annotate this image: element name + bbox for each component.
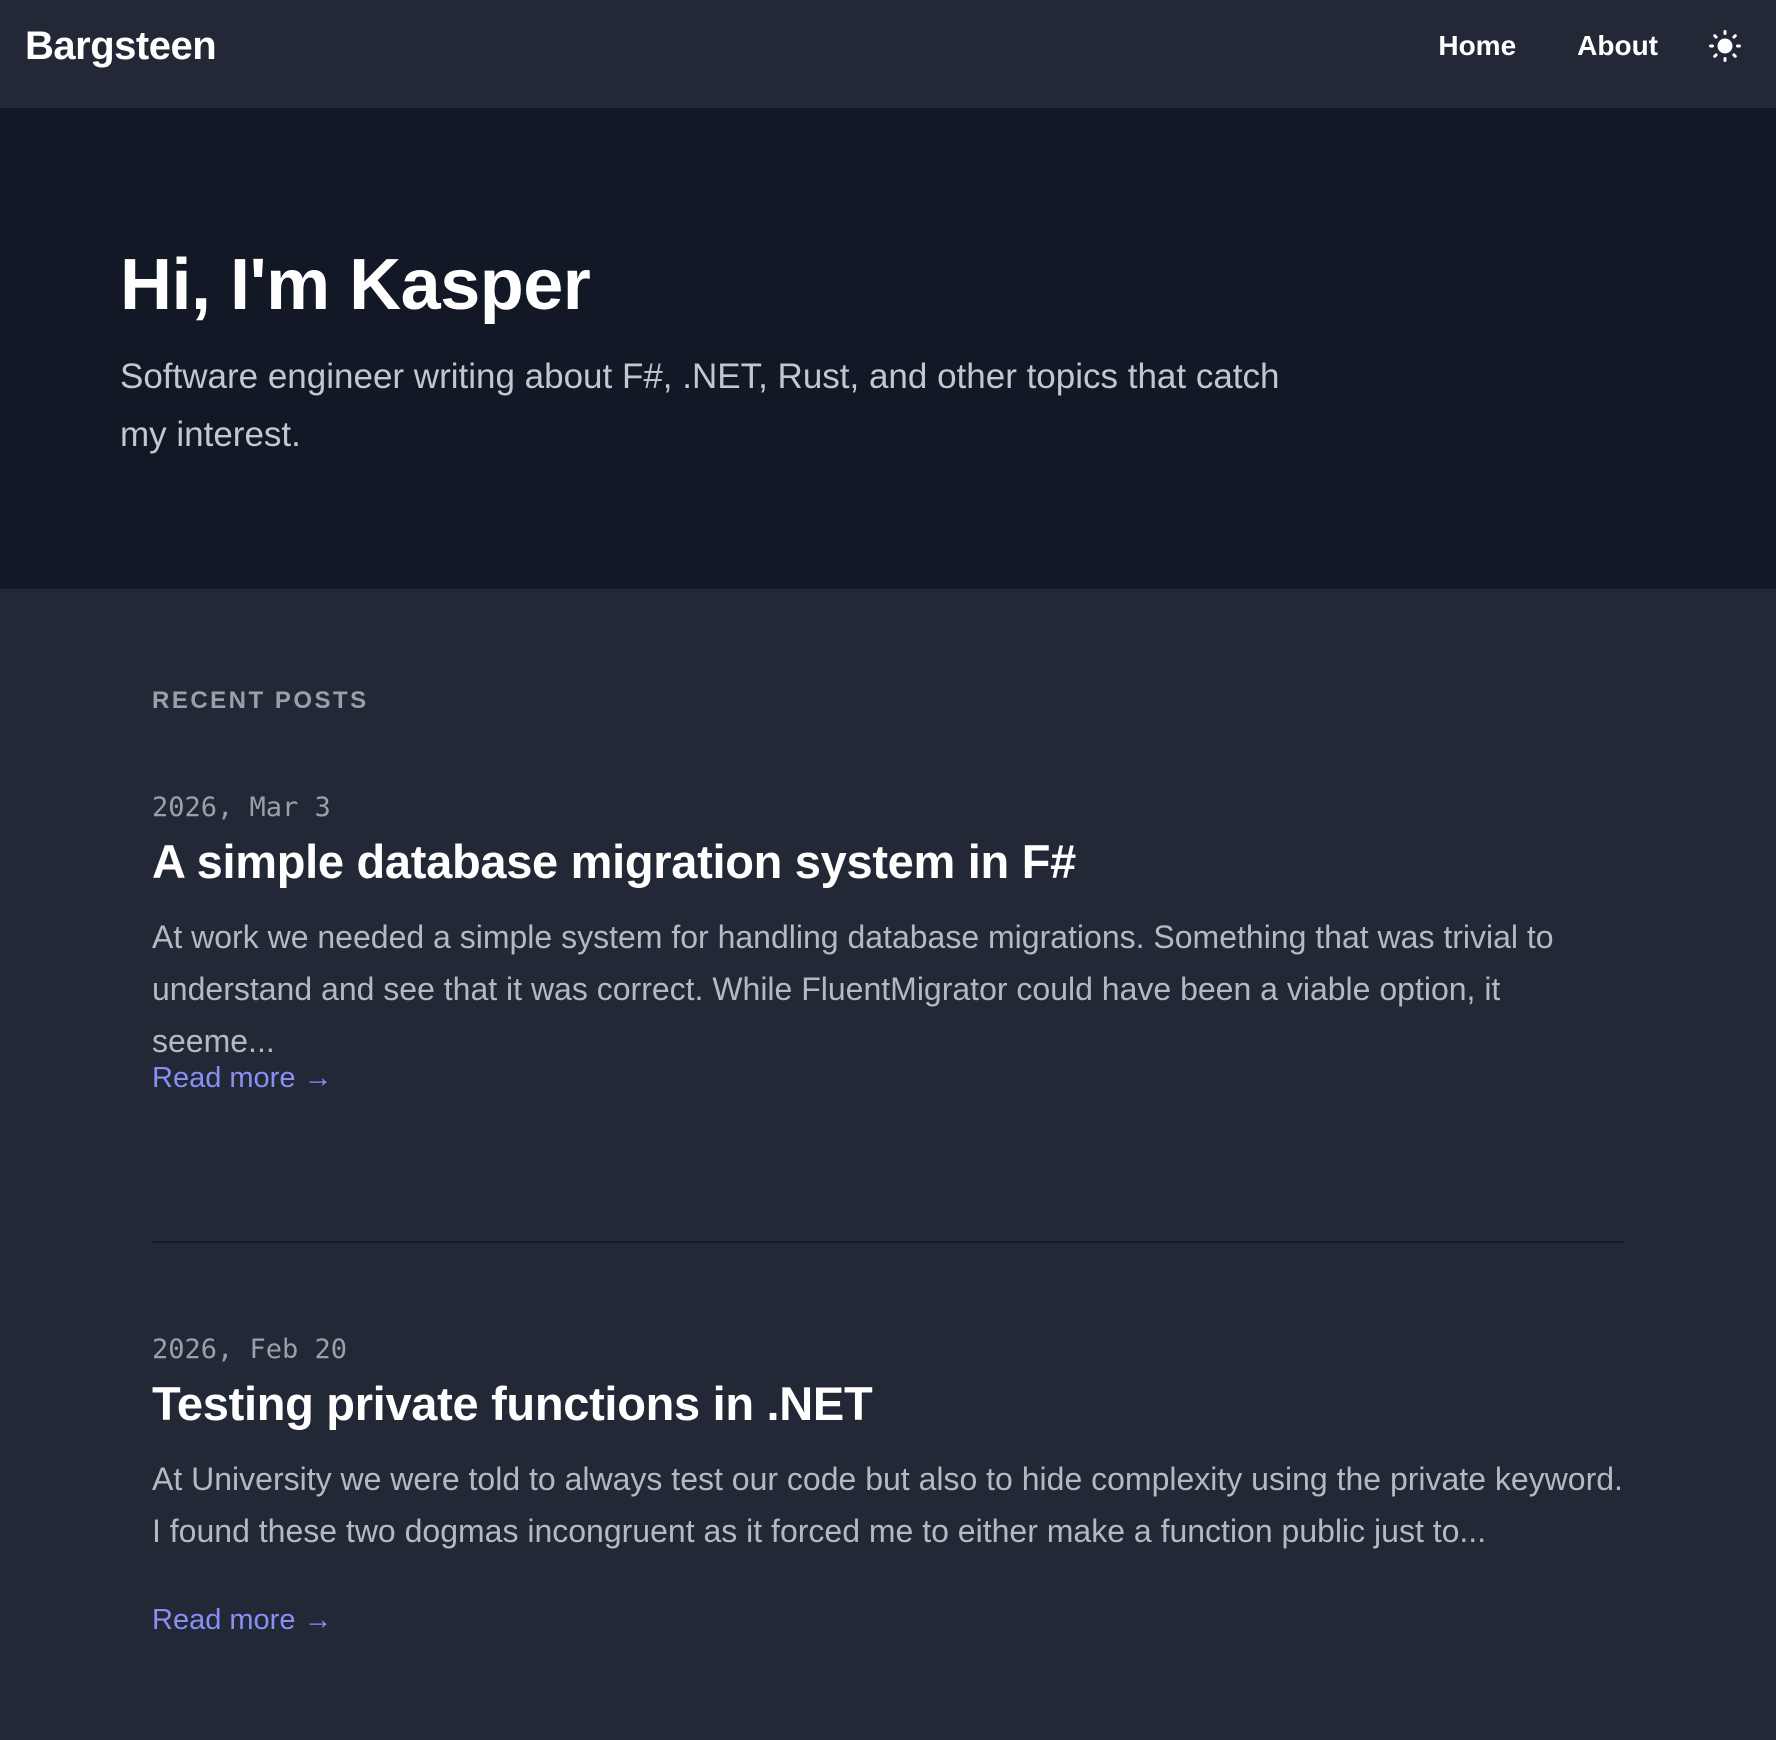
read-more-link[interactable]: Read more → [152, 1604, 333, 1637]
site-header: Bargsteen Home About [0, 0, 1776, 108]
read-more-link[interactable]: Read more → [152, 1062, 333, 1095]
nav-link-home[interactable]: Home [1438, 30, 1516, 62]
post-date: 2026, Feb 20 [152, 1334, 348, 1365]
post-title-link[interactable]: Testing private functions in .NET [152, 1374, 873, 1434]
theme-toggle-button[interactable] [1708, 29, 1742, 63]
post-excerpt: At University we were told to always tes… [152, 1461, 1623, 1549]
hero-title: Hi, I'm Kasper [120, 245, 591, 325]
post-excerpt: At work we needed a simple system for ha… [152, 919, 1554, 1059]
post-title-link[interactable]: A simple database migration system in F# [152, 832, 1076, 892]
nav-link-about[interactable]: About [1577, 30, 1658, 62]
site-brand-link[interactable]: Bargsteen [25, 24, 217, 69]
post-date: 2026, Mar 3 [152, 792, 331, 823]
post-divider [152, 1241, 1624, 1243]
hero-subtitle: Software engineer writing about F#, .NET… [120, 357, 1280, 454]
hero-section: Hi, I'm Kasper Software engineer writing… [0, 108, 1776, 589]
sun-icon [1709, 30, 1741, 62]
recent-posts-heading: RECENT POSTS [152, 687, 369, 714]
main-nav: Home About [1438, 0, 1742, 92]
